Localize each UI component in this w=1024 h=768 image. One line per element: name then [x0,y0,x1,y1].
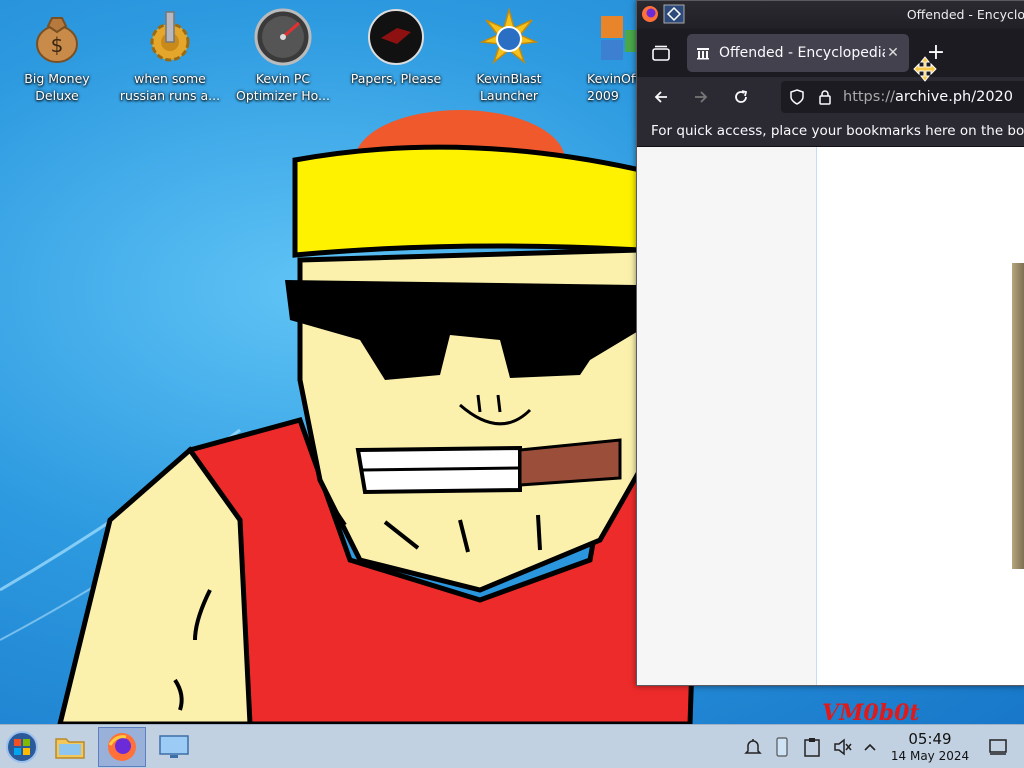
speedometer-icon [254,8,312,66]
window-menu-icon[interactable] [663,4,685,24]
desktop-icon-kevinblast-launcher[interactable]: KevinBlast Launcher [454,8,564,104]
lock-icon [819,90,831,105]
firefox-taskbar-button[interactable] [98,727,146,767]
window-titlebar[interactable]: Offended - Encyclo [637,1,1024,29]
firefox-icon [642,6,658,22]
desktop-icon-label: Big Money Deluxe [24,71,90,103]
clock[interactable]: 05:49 14 May 2024 [888,730,972,764]
file-manager-button[interactable] [50,727,90,767]
tab-close-icon[interactable]: ✕ [885,45,901,61]
desktop-icon-label: Papers, Please [350,71,442,86]
tab-list-icon [652,45,670,61]
move-cursor-icon [913,56,937,82]
money-bag-icon: $ [36,17,78,63]
reload-icon [735,90,748,103]
windows-orb-icon [6,731,38,763]
window-title: Offended - Encyclo [906,7,1024,22]
desktop-icon-label: Kevin PC Optimizer Ho... [236,71,330,103]
svg-text:$: $ [51,33,64,57]
show-desktop-button[interactable] [986,735,1010,759]
firefox-icon [108,733,136,761]
gear-cog-icon [150,11,190,62]
tab-title: Offended - Encyclopedia [719,45,885,61]
chevron-up-icon [864,743,876,751]
tab-offended-encyclopedia[interactable]: Offended - Encyclopedia ✕ [687,34,909,72]
page-content[interactable] [637,147,1024,685]
url-text: https://archive.ph/2020 [843,89,1013,105]
arrow-right-icon [695,91,708,103]
url-bar[interactable]: https://archive.ph/2020 [781,81,1024,113]
clock-time: 05:49 [908,730,952,748]
bookmarks-toolbar: For quick access, place your bookmarks h… [637,117,1024,147]
show-desktop-icon [989,739,1007,755]
desktop-icon-label: when some russian runs a... [119,71,221,103]
papers-please-icon [368,9,424,65]
tray-expand-button[interactable] [858,735,882,759]
blast-globe-icon [480,8,538,65]
tab-strip: Offended - Encyclopedia ✕ + [637,29,1024,77]
taskbar: 05:49 14 May 2024 [0,724,1024,768]
clipboard-tray-button[interactable] [770,735,794,759]
reload-button[interactable] [725,81,757,113]
clipboard-icon [804,738,820,757]
desktop-icon-russian-runs[interactable]: when some russian runs a... [115,8,225,104]
phone-connect-icon [776,737,788,757]
notifications-tray-button[interactable] [741,735,765,759]
desktop-icon-kevin-pc-optimizer[interactable]: Kevin PC Optimizer Ho... [228,8,338,104]
clock-date: 14 May 2024 [890,749,970,763]
desktop-icon-label: KevinBlast Launcher [476,71,542,103]
desktop-icon-big-money-deluxe[interactable]: $ Big Money Deluxe [2,8,112,104]
archive-favicon-icon [697,48,709,60]
firefox-window[interactable]: Offended - Encyclo Offended - Encycloped… [636,0,1024,686]
list-all-tabs-button[interactable] [643,35,679,71]
desktop-icon-label: KevinOff 2009 [587,71,636,103]
remote-desktop-button[interactable] [154,727,194,767]
volume-tray-button[interactable] [830,735,854,759]
back-button[interactable] [645,81,677,113]
wallpaper-watermark: VM0b0t [822,700,920,724]
volume-muted-icon [834,738,852,756]
folder-icon [55,738,85,759]
url-host: archive.ph/2020 [894,89,1013,105]
bell-icon [744,739,762,754]
navigation-toolbar: https://archive.ph/2020 [637,77,1024,117]
shield-icon [790,89,804,105]
page-sidebar [637,147,817,685]
page-image-partial [1012,263,1024,569]
start-menu-button[interactable] [2,727,42,767]
forward-button[interactable] [685,81,717,113]
storage-tray-button[interactable] [800,735,824,759]
monitor-icon [159,735,189,758]
arrow-left-icon [654,91,667,103]
url-scheme: https:// [843,89,895,105]
desktop-icon-papers-please[interactable]: Papers, Please [341,8,451,87]
desktop-icon-kevinoff-2009[interactable]: KevinOff 2009 [565,8,647,104]
